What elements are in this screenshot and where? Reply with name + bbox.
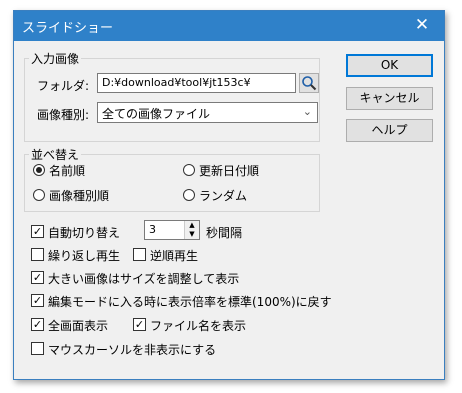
radio-indicator [33, 164, 45, 176]
auto-switch-checkbox[interactable]: ✓ 自動切り替え [31, 224, 139, 240]
title-bar: スライドショー ✕ [14, 11, 444, 41]
fullscreen-checkbox[interactable]: ✓ 全画面表示 [31, 317, 121, 333]
checkbox-label: マウスカーソルを非表示にする [48, 343, 217, 357]
folder-label: フォルダ: [37, 79, 90, 93]
spin-up-icon[interactable]: ▲ [184, 221, 199, 230]
reverse-checkbox[interactable]: 逆順再生 [133, 247, 213, 263]
radio-label: ランダム [199, 189, 248, 203]
image-type-label: 画像種別: [37, 108, 90, 122]
help-button[interactable]: ヘルプ [346, 119, 433, 142]
checkbox-label: 自動切り替え [48, 226, 121, 240]
image-type-value: 全ての画像ファイル [102, 107, 211, 121]
repeat-checkbox[interactable]: 繰り返し再生 [31, 247, 136, 263]
checkbox-indicator: ✓ [31, 225, 44, 238]
spin-down-icon[interactable]: ▼ [184, 230, 199, 239]
image-type-select[interactable]: 全ての画像ファイル ⌄ [97, 102, 318, 123]
radio-label: 名前順 [49, 164, 86, 178]
radio-indicator [33, 189, 45, 201]
radio-type-order[interactable]: 画像種別順 [33, 187, 153, 203]
checkbox-indicator: ✓ [31, 294, 44, 307]
input-image-legend: 入力画像 [29, 50, 82, 67]
radio-random[interactable]: ランダム [183, 187, 303, 203]
show-filename-checkbox[interactable]: ✓ ファイル名を表示 [133, 317, 253, 333]
interval-unit-label: 秒間隔 [206, 226, 243, 240]
slideshow-dialog: スライドショー ✕ 入力画像 フォルダ: D:¥download¥tool¥jt… [13, 10, 445, 380]
radio-label: 更新日付順 [199, 164, 260, 178]
checkbox-indicator: ✓ [31, 271, 44, 284]
checkbox-indicator [133, 248, 146, 261]
radio-date-order[interactable]: 更新日付順 [183, 162, 303, 178]
checkbox-indicator [31, 342, 44, 355]
chevron-down-icon: ⌄ [302, 105, 312, 118]
radio-indicator [183, 189, 195, 201]
checkbox-label: 編集モードに入る時に表示倍率を標準(100%)に戻す [48, 295, 332, 309]
cancel-button[interactable]: キャンセル [346, 87, 433, 110]
checkbox-label: 全画面表示 [48, 319, 109, 333]
radio-indicator [183, 164, 195, 176]
radio-label: 画像種別順 [49, 189, 110, 203]
checkbox-label: ファイル名を表示 [150, 319, 247, 333]
folder-input[interactable]: D:¥download¥tool¥jt153c¥ [97, 73, 296, 93]
input-image-group [24, 58, 320, 142]
folder-browse-button[interactable] [299, 73, 319, 93]
magnifier-icon [302, 76, 317, 91]
edit-mode-zoom-checkbox[interactable]: ✓ 編集モードに入る時に表示倍率を標準(100%)に戻す [31, 293, 351, 309]
checkbox-label: 逆順再生 [150, 249, 199, 263]
checkbox-indicator: ✓ [31, 318, 44, 331]
ok-button[interactable]: OK [346, 54, 433, 77]
checkbox-label: 繰り返し再生 [48, 249, 121, 263]
dialog-title: スライドショー [22, 21, 114, 36]
fit-large-checkbox[interactable]: ✓ 大きい画像はサイズを調整して表示 [31, 270, 261, 286]
interval-spinner[interactable]: 3 ▲ ▼ [144, 220, 200, 240]
checkbox-label: 大きい画像はサイズを調整して表示 [48, 272, 240, 286]
sort-legend: 並べ替え [29, 146, 82, 163]
interval-value: 3 [149, 223, 156, 236]
radio-name-order[interactable]: 名前順 [33, 162, 153, 178]
close-icon[interactable]: ✕ [400, 11, 444, 41]
checkbox-indicator: ✓ [133, 318, 146, 331]
checkbox-indicator [31, 248, 44, 261]
hide-cursor-checkbox[interactable]: マウスカーソルを非表示にする [31, 341, 231, 357]
